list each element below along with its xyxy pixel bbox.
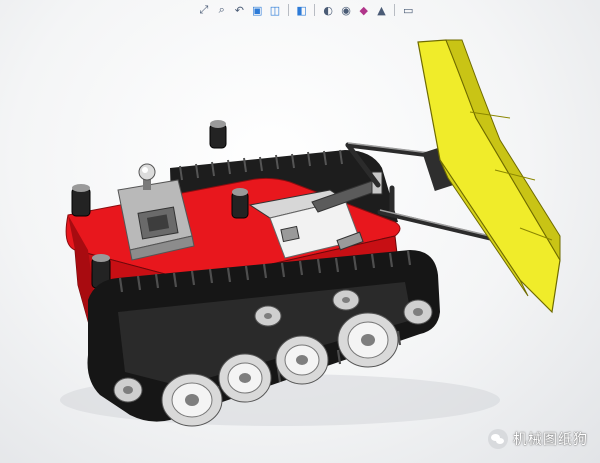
- idler-wheel: [403, 299, 433, 325]
- view-orientation-icon[interactable]: ◧: [294, 1, 310, 19]
- road-wheel: [275, 335, 329, 385]
- view-settings-icon[interactable]: ▭: [400, 1, 416, 19]
- hide-show-items-icon[interactable]: ◉: [338, 1, 354, 19]
- dynamic-annotation-icon[interactable]: ◫: [267, 1, 283, 19]
- display-style-icon[interactable]: ◐: [320, 1, 336, 19]
- toolbar-divider: [287, 4, 289, 16]
- heads-up-view-toolbar: ⤢ ⌕ ↶ ▣ ◫ ◧ ◐ ◉ ◆ ▲ ▭: [196, 0, 416, 20]
- toolbar-divider: [394, 4, 396, 16]
- road-wheel: [218, 353, 272, 403]
- road-wheel: [337, 312, 399, 368]
- zoom-area-icon[interactable]: ⌕: [214, 1, 230, 19]
- idler-wheel: [113, 377, 143, 403]
- support-roller: [332, 289, 360, 311]
- section-view-icon[interactable]: ▣: [249, 1, 265, 19]
- wechat-logo-icon: [488, 429, 508, 449]
- support-roller: [254, 305, 282, 327]
- graphics-viewport[interactable]: [0, 20, 600, 463]
- previous-view-icon[interactable]: ↶: [232, 1, 248, 19]
- watermark: 机械图纸狗: [488, 429, 588, 449]
- apply-scene-icon[interactable]: ▲: [374, 1, 390, 19]
- watermark-text: 机械图纸狗: [513, 432, 588, 448]
- road-wheel: [161, 373, 223, 427]
- edit-appearance-icon[interactable]: ◆: [356, 1, 372, 19]
- zoom-to-fit-icon[interactable]: ⤢: [196, 1, 212, 19]
- toolbar-divider: [314, 4, 316, 16]
